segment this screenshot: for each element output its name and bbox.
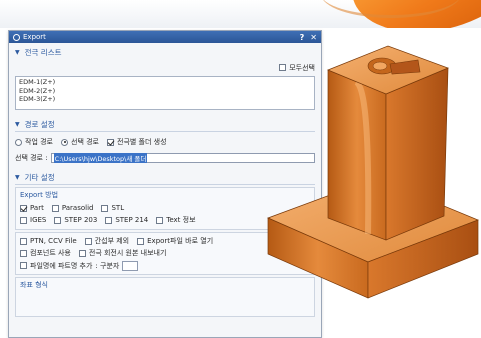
format-stl-checkbox[interactable]: STL xyxy=(101,204,124,212)
keyhole-hole xyxy=(372,61,388,71)
checkbox-box[interactable] xyxy=(54,216,62,224)
create-folder-checkbox[interactable]: 전극별 폴더 생성 xyxy=(107,137,167,147)
checkbox-box[interactable] xyxy=(137,237,145,245)
chevron-down-icon: ▼ xyxy=(15,174,20,181)
path-value: C:\Users\hjw\Desktop\새 폴더 xyxy=(53,153,148,163)
separator-label: : 구분자 xyxy=(95,261,120,270)
checkbox-box[interactable] xyxy=(51,204,59,212)
checkbox-label: STEP 203 xyxy=(64,216,98,224)
checkbox-box[interactable] xyxy=(20,204,27,212)
format-parasolid-checkbox[interactable]: Parasolid xyxy=(51,204,94,212)
checkbox-box[interactable] xyxy=(84,237,92,245)
work-path-radio[interactable]: 작업 경로 xyxy=(15,137,53,147)
section-title: 기타 설정 xyxy=(24,173,55,182)
format-iges-checkbox[interactable]: IGES xyxy=(20,216,46,224)
checkbox-label: 전극 회전시 원본 내보내기 xyxy=(88,249,167,257)
select-path-radio[interactable]: 선택 경로 xyxy=(61,137,99,147)
column-front-face xyxy=(327,69,387,241)
checkbox-label: 파일명에 파트명 추가 xyxy=(30,261,93,270)
header-banner xyxy=(0,0,481,28)
export-original-on-rotate-checkbox[interactable]: 전극 회전시 원본 내보내기 xyxy=(78,248,167,258)
checkbox-label: Parasolid xyxy=(61,204,94,212)
separator-input[interactable] xyxy=(122,260,139,271)
open-after-export-checkbox[interactable]: Export파일 바로 열기 xyxy=(137,236,213,246)
radio-label: 선택 경로 xyxy=(71,138,99,146)
format-text-checkbox[interactable]: Text 정보 xyxy=(156,215,196,225)
format-step203-checkbox[interactable]: STEP 203 xyxy=(54,216,97,224)
chevron-down-icon: ▼ xyxy=(15,121,20,128)
separator-text: 구분자 xyxy=(100,261,120,270)
checkbox-label: Export파일 바로 열기 xyxy=(147,237,214,245)
app-logo-icon xyxy=(13,33,20,41)
checkbox-box[interactable] xyxy=(78,249,86,257)
checkbox-box[interactable] xyxy=(105,216,113,224)
checkbox-box[interactable] xyxy=(107,138,114,146)
format-part-checkbox[interactable]: Part xyxy=(20,204,44,212)
checkbox-box[interactable] xyxy=(156,216,164,224)
append-part-name-checkbox[interactable]: 파일명에 파트명 추가 xyxy=(20,261,92,271)
column-side-face xyxy=(385,67,449,241)
radio-label: 작업 경로 xyxy=(25,138,53,146)
radio-circle[interactable] xyxy=(15,138,22,146)
checkbox-label: PTN, CCV File xyxy=(30,237,77,245)
checkbox-box[interactable] xyxy=(20,237,27,245)
section-title: 경로 설정 xyxy=(24,120,55,129)
path-label: 선택 경로 : xyxy=(15,154,48,162)
checkbox-label: 전극별 폴더 생성 xyxy=(117,138,167,146)
checkbox-label: 간섭부 제외 xyxy=(94,237,130,245)
checkbox-label: Text 정보 xyxy=(166,216,196,224)
use-component-checkbox[interactable]: 컴포넌트 사용 xyxy=(20,248,71,258)
dialog-title: Export xyxy=(23,33,46,41)
checkbox-box[interactable] xyxy=(20,216,27,224)
checkbox-box[interactable] xyxy=(20,262,27,269)
format-step214-checkbox[interactable]: STEP 214 xyxy=(105,216,148,224)
checkbox-box[interactable] xyxy=(20,249,27,257)
checkbox-label: 컴포넌트 사용 xyxy=(30,249,71,257)
checkbox-label: IGES xyxy=(30,216,47,224)
section-title: 전극 리스트 xyxy=(24,48,62,57)
checkbox-label: Part xyxy=(30,204,44,212)
checkbox-label: STL xyxy=(111,204,125,212)
electrode-3d-model xyxy=(267,45,479,299)
checkbox-box[interactable] xyxy=(101,204,109,212)
exclude-interference-checkbox[interactable]: 간섭부 제외 xyxy=(84,236,130,246)
radio-circle[interactable] xyxy=(61,138,68,146)
chevron-down-icon: ▼ xyxy=(15,49,20,56)
ptn-ccv-checkbox[interactable]: PTN, CCV File xyxy=(20,237,77,245)
checkbox-label: STEP 214 xyxy=(115,216,149,224)
